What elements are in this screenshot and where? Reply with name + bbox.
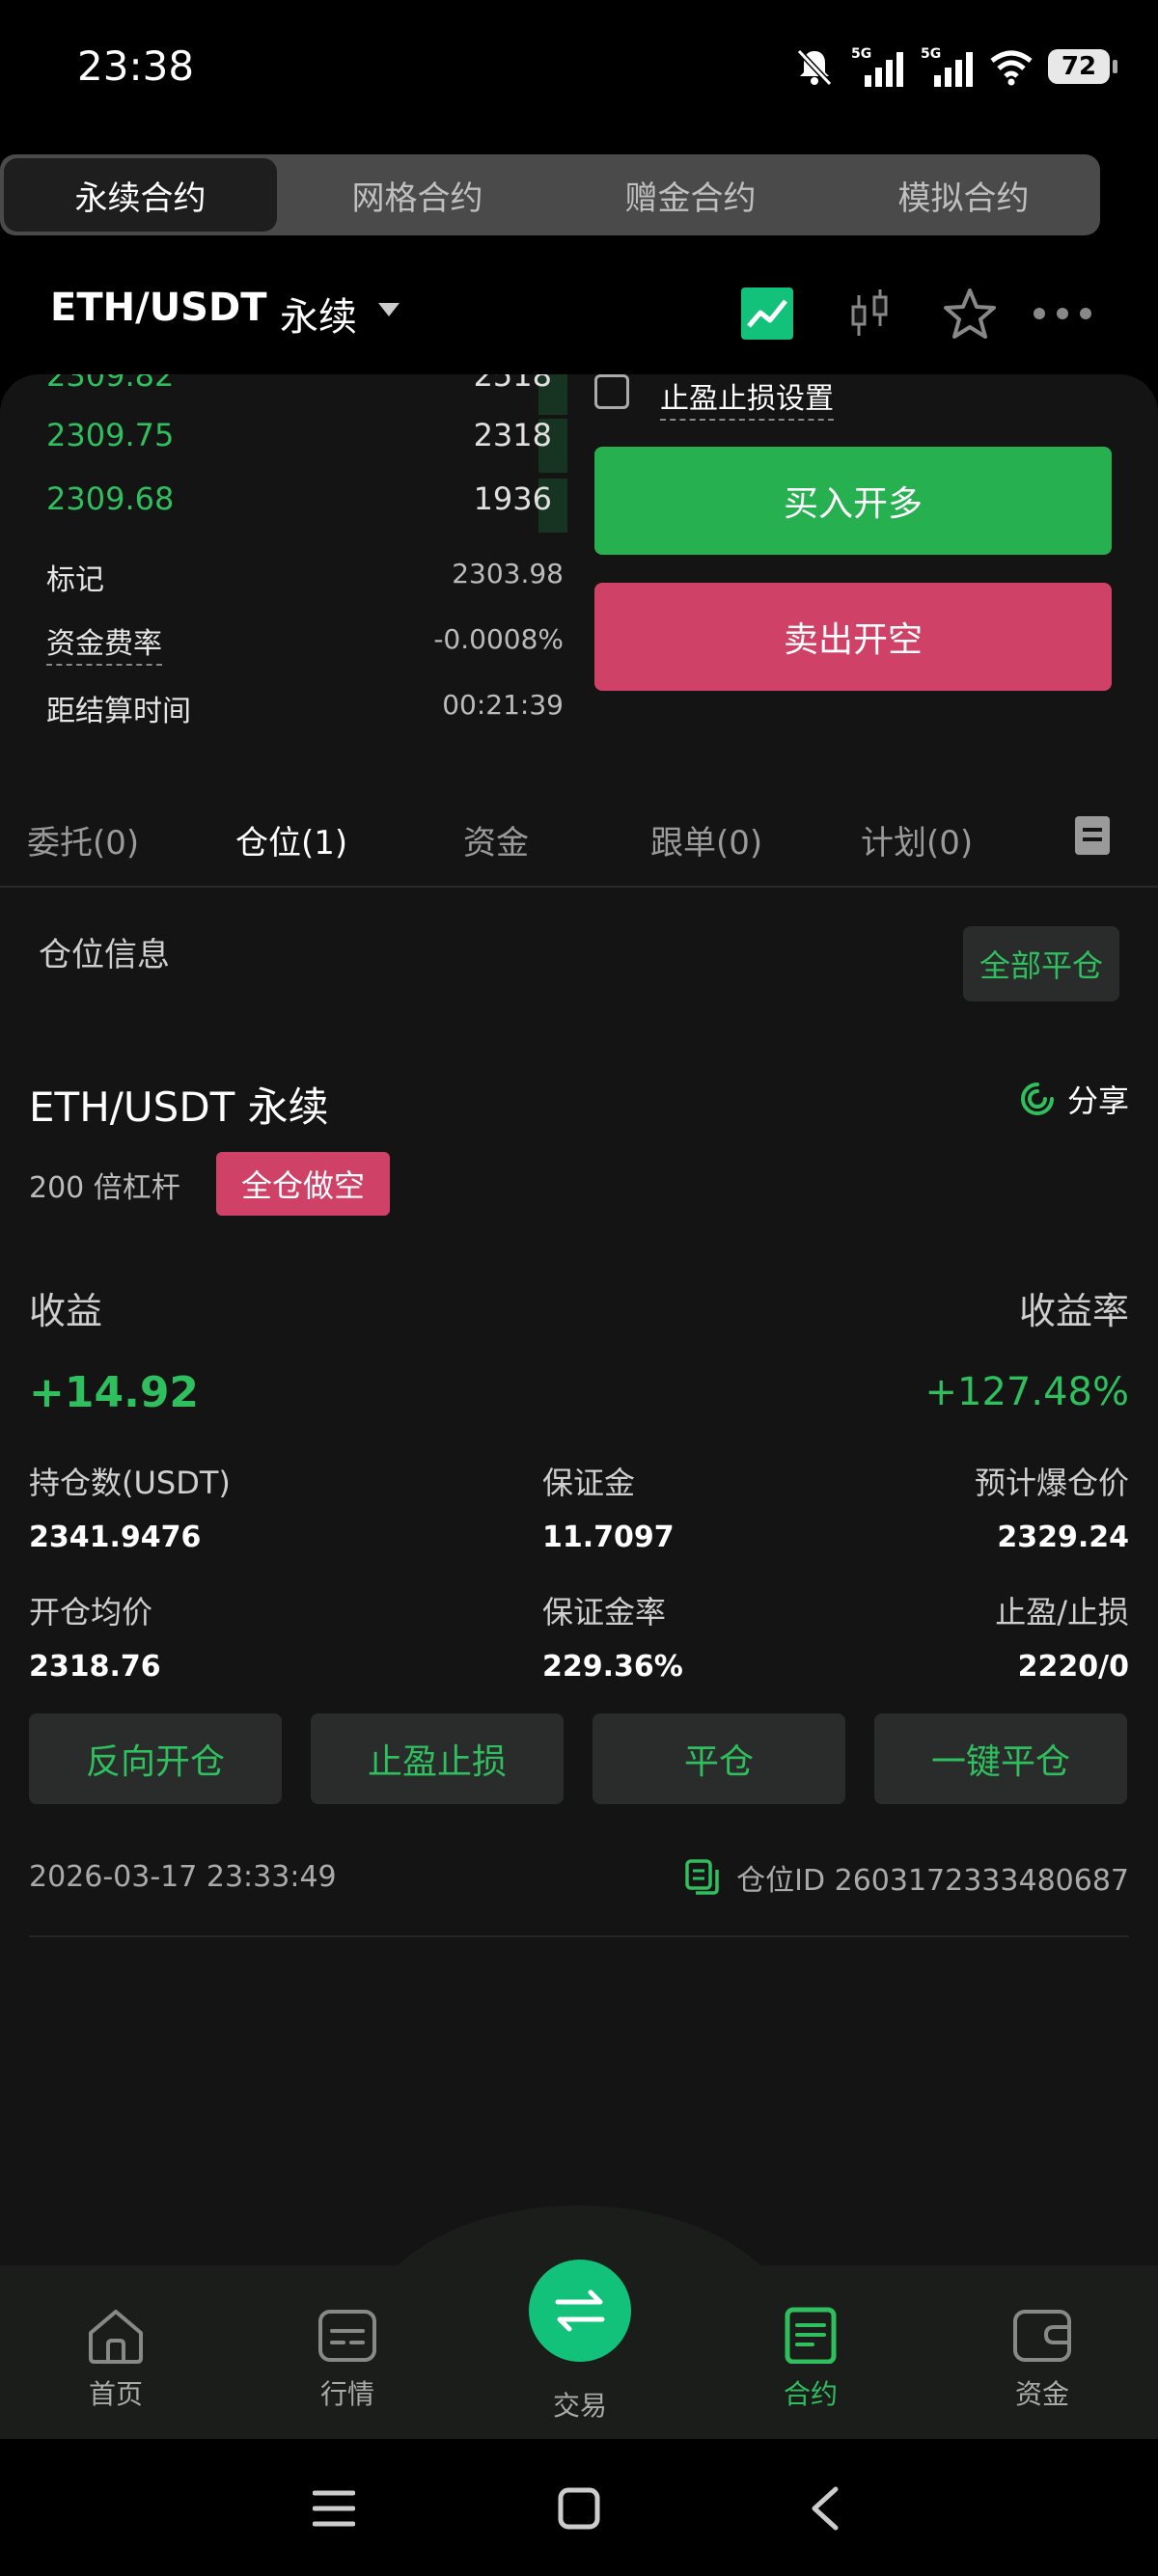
market-icon <box>318 2310 376 2362</box>
pnl-rate-label: 收益率 <box>1018 1290 1129 1332</box>
swap-icon <box>555 2289 605 2332</box>
tab-orders[interactable]: 委托(0) <box>27 816 139 863</box>
nav-trade[interactable] <box>529 2260 631 2362</box>
nav-home-label: 首页 <box>88 2378 143 2410</box>
signal-icon-2: 5G <box>921 46 973 87</box>
battery-icon: 72 <box>1048 49 1117 84</box>
tab-positions[interactable]: 仓位(1) <box>235 816 347 863</box>
position-id-text: 仓位ID 2603172333480687 <box>736 1864 1129 1898</box>
tab-assets[interactable]: 资金 <box>463 816 529 863</box>
funding-rate-value: -0.0008% <box>433 623 564 655</box>
contract-type-tabs: 永续合约 网格合约 赠金合约 模拟合约 <box>0 154 1100 235</box>
status-time: 23:38 <box>77 42 195 90</box>
ask-qty: 2318 <box>473 417 552 453</box>
pnl-value: +14.92 <box>29 1368 200 1417</box>
nav-home[interactable]: 首页 <box>48 2306 183 2412</box>
tpsl-checkbox[interactable] <box>594 374 629 409</box>
close-position-button[interactable]: 平仓 <box>593 1713 845 1804</box>
ask-qty: 1936 <box>473 480 552 517</box>
close-all-button[interactable]: 全部平仓 <box>963 926 1119 1001</box>
document-icon[interactable] <box>1075 816 1110 855</box>
star-icon[interactable] <box>936 280 1004 347</box>
share-button[interactable]: 分享 <box>1019 1077 1129 1121</box>
entry-price-value: 2318.76 <box>29 1650 161 1684</box>
funding-rate-label[interactable]: 资金费率 <box>46 619 162 666</box>
mark-price-value: 2303.98 <box>452 558 564 589</box>
tpsl-label: 止盈/止损 <box>995 1594 1129 1631</box>
mark-price-label: 标记 <box>46 563 104 597</box>
status-icons: 5G 5G 72 <box>793 42 1117 91</box>
nav-contract-label: 合约 <box>783 2378 838 2410</box>
one-click-close-button[interactable]: 一键平仓 <box>874 1713 1127 1804</box>
ask-price[interactable]: 2309.68 <box>46 480 174 517</box>
chart-line-icon[interactable] <box>735 280 803 347</box>
divider <box>29 1935 1129 1937</box>
pnl-rate-value: +127.48% <box>924 1370 1129 1414</box>
side-badge: 全仓做空 <box>216 1152 390 1216</box>
main-panel: 2309.82 2518 2309.75 2318 2309.68 1936 标… <box>0 374 1158 2265</box>
buy-long-button[interactable]: 买入开多 <box>594 447 1112 555</box>
home-icon <box>89 2310 143 2364</box>
ask-price[interactable]: 2309.82 <box>46 374 174 394</box>
signal-icon: 5G <box>851 46 903 87</box>
tab-copy-trade[interactable]: 跟单(0) <box>650 816 762 863</box>
position-id[interactable]: 仓位ID 2603172333480687 <box>684 1856 1129 1899</box>
ask-qty: 2518 <box>473 374 552 394</box>
sell-short-button[interactable]: 卖出开空 <box>594 583 1112 691</box>
svg-text:5G: 5G <box>921 46 941 62</box>
position-info-title: 仓位信息 <box>39 936 170 974</box>
mute-bell-icon <box>796 48 833 87</box>
tab-grid[interactable]: 网格合约 <box>281 154 554 235</box>
reverse-open-button[interactable]: 反向开仓 <box>29 1713 282 1804</box>
liq-price-label: 预计爆仓价 <box>974 1465 1129 1501</box>
nav-trade-label[interactable]: 交易 <box>531 2385 629 2424</box>
candlestick-icon[interactable] <box>836 280 903 347</box>
entry-price-label: 开仓均价 <box>29 1594 153 1631</box>
nav-wallet[interactable]: 资金 <box>975 2306 1110 2412</box>
pair-selector[interactable]: ETH/USDT <box>50 286 266 330</box>
margin-rate-label: 保证金率 <box>542 1594 667 1631</box>
nav-market-label: 行情 <box>319 2378 374 2410</box>
nav-wallet-label: 资金 <box>1014 2378 1069 2410</box>
share-label: 分享 <box>1066 1082 1129 1119</box>
settlement-time-value: 00:21:39 <box>442 689 564 721</box>
margin-label: 保证金 <box>542 1465 636 1501</box>
nav-market[interactable]: 行情 <box>280 2306 415 2412</box>
margin-value: 11.7097 <box>542 1521 675 1554</box>
margin-rate-value: 229.36% <box>542 1650 683 1684</box>
pnl-label: 收益 <box>29 1290 103 1332</box>
size-label: 持仓数(USDT) <box>29 1465 231 1501</box>
pair-header: ETH/USDT 永续 <box>0 270 1158 357</box>
leverage-label: 200 倍杠杆 <box>29 1171 180 1205</box>
liq-price-value: 2329.24 <box>997 1521 1129 1554</box>
order-tabs: 委托(0) 仓位(1) 资金 跟单(0) 计划(0) <box>0 789 1158 888</box>
position-time: 2026-03-17 23:33:49 <box>29 1860 337 1894</box>
tpsl-button[interactable]: 止盈止损 <box>311 1713 564 1804</box>
pair-type[interactable]: 永续 <box>280 286 357 342</box>
position-pair: ETH/USDT 永续 <box>29 1083 329 1131</box>
system-nav-bar <box>0 2439 1158 2576</box>
tab-bonus[interactable]: 赠金合约 <box>554 154 827 235</box>
more-icon[interactable] <box>1029 280 1096 347</box>
size-value: 2341.9476 <box>29 1521 202 1554</box>
status-bar: 23:38 5G 5G 72 <box>0 0 1158 145</box>
svg-text:5G: 5G <box>851 46 871 62</box>
menu-icon[interactable] <box>313 2489 355 2528</box>
tab-perpetual[interactable]: 永续合约 <box>4 158 277 232</box>
tab-plan[interactable]: 计划(0) <box>861 816 973 863</box>
caret-down-icon[interactable] <box>378 303 400 316</box>
ask-price[interactable]: 2309.75 <box>46 417 174 453</box>
wallet-icon <box>1013 2310 1071 2362</box>
home-square-icon[interactable] <box>558 2487 600 2530</box>
contract-icon <box>785 2307 837 2364</box>
tpsl-value: 2220/0 <box>1017 1650 1129 1684</box>
tpsl-settings-label[interactable]: 止盈止损设置 <box>660 374 834 421</box>
share-icon <box>1021 1082 1054 1115</box>
copy-icon[interactable] <box>684 1858 721 1897</box>
settlement-time-label: 距结算时间 <box>46 695 191 728</box>
wifi-icon <box>990 50 1033 86</box>
back-icon[interactable] <box>807 2485 841 2532</box>
tab-demo[interactable]: 模拟合约 <box>827 154 1100 235</box>
nav-contract[interactable]: 合约 <box>743 2306 878 2412</box>
